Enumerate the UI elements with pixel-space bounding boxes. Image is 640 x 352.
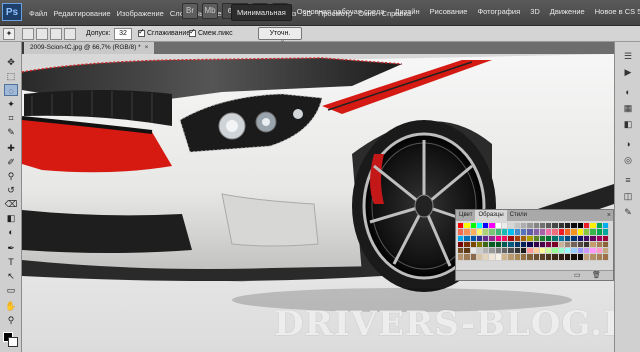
- intersect-selection-icon[interactable]: [64, 28, 76, 40]
- workspace-button[interactable]: Новое в CS 5: [590, 4, 640, 21]
- document-canvas[interactable]: DRIVERS-BLOG.RU: [22, 54, 614, 352]
- adjustments-panel-icon[interactable]: ◑: [621, 138, 635, 150]
- tolerance-input[interactable]: 32: [114, 28, 132, 40]
- document-title: 2009-Scion-tC.jpg @ 66,7% (RGB/8) *: [30, 44, 141, 51]
- workspace-switcher: Минимальная Основная рабочая среда Дизайн Р…: [231, 4, 640, 21]
- gradient-tool-icon[interactable]: ◧: [4, 212, 18, 224]
- contiguous-label: Смеж.пикс: [198, 30, 233, 37]
- channels-panel-icon[interactable]: ◫: [621, 190, 635, 202]
- swatches-panel-tab[interactable]: Цвет: [456, 210, 475, 221]
- paths-panel-icon[interactable]: ✎: [621, 206, 635, 218]
- menu-item[interactable]: Файл: [26, 9, 50, 18]
- panel-close-icon[interactable]: ×: [607, 210, 611, 221]
- tool-options-bar: ✦ Допуск: 32 Сглаживание Смеж.пикс Уточн…: [0, 26, 640, 48]
- layers-panel-icon[interactable]: ≡: [621, 174, 635, 186]
- menu-item[interactable]: Изображение: [114, 9, 167, 18]
- workspace-button[interactable]: Минимальная: [231, 4, 292, 21]
- new-swatch-icon[interactable]: ▭: [574, 271, 581, 281]
- color-swatch[interactable]: [602, 254, 610, 261]
- new-selection-icon[interactable]: [22, 28, 34, 40]
- photoshop-logo: Ps: [2, 3, 22, 21]
- workspace-button[interactable]: Фотография: [472, 4, 525, 21]
- watermark-text: DRIVERS-BLOG.RU: [274, 304, 614, 344]
- add-to-selection-icon[interactable]: [36, 28, 48, 40]
- contiguous-checkbox[interactable]: [189, 27, 196, 37]
- shape-tool-icon[interactable]: ▭: [4, 284, 18, 296]
- workspace-button[interactable]: Рисование: [425, 4, 473, 21]
- history-panel-icon[interactable]: ☰: [621, 50, 635, 62]
- close-document-icon[interactable]: ×: [145, 44, 149, 51]
- application-bar: Ps ФайлРедактированиеИзображениеСлоиВыде…: [0, 0, 640, 26]
- background-color-swatch[interactable]: [8, 337, 18, 347]
- move-tool-icon[interactable]: ✥: [4, 56, 18, 68]
- history-brush-tool-icon[interactable]: ↺: [4, 184, 18, 196]
- workspace-button[interactable]: 3D: [525, 4, 545, 21]
- refine-edge-button[interactable]: Уточн. край...: [258, 27, 302, 48]
- swatches-panel-icon[interactable]: ▦: [621, 102, 635, 114]
- swatches-panel-tabs: Цвет Образцы Стили: [456, 210, 613, 221]
- clone-stamp-tool-icon[interactable]: ⚲: [4, 170, 18, 182]
- brush-tool-icon[interactable]: ✐: [4, 156, 18, 168]
- hand-tool-icon[interactable]: ✋: [4, 300, 18, 312]
- tolerance-label: Допуск:: [86, 30, 111, 37]
- pen-tool-icon[interactable]: ✒: [4, 242, 18, 254]
- document-tab-bar: 2009-Scion-tC.jpg @ 66,7% (RGB/8) * ×: [24, 42, 624, 54]
- antialias-label: Сглаживание: [147, 30, 191, 37]
- bridge-icon[interactable]: Br: [182, 3, 198, 19]
- marquee-tool-icon[interactable]: ⬚: [4, 70, 18, 82]
- workspace-button[interactable]: Основная рабочая среда: [292, 4, 390, 21]
- quick-selection-tool-icon[interactable]: ✦: [4, 98, 18, 110]
- crop-tool-icon[interactable]: ⌗: [4, 112, 18, 124]
- swatches-panel: Цвет Образцы Стили × ▭ 🗑: [455, 209, 614, 281]
- panel-dock: ☰ ▶ ◐ ▦ ◧ ◑ ◎ ≡ ◫ ✎: [614, 42, 640, 352]
- swatches-panel-footer: ▭ 🗑: [456, 270, 613, 280]
- delete-swatch-icon[interactable]: 🗑: [592, 271, 601, 281]
- type-tool-icon[interactable]: T: [4, 256, 18, 268]
- healing-brush-tool-icon[interactable]: ✚: [4, 142, 18, 154]
- swatches-panel-tab[interactable]: Образцы: [475, 210, 507, 221]
- color-panel-icon[interactable]: ◐: [621, 86, 635, 98]
- document-tab[interactable]: 2009-Scion-tC.jpg @ 66,7% (RGB/8) * ×: [24, 42, 155, 54]
- actions-panel-icon[interactable]: ▶: [621, 66, 635, 78]
- lasso-tool-icon[interactable]: ◌: [4, 84, 18, 96]
- selection-mode-group: [22, 28, 76, 40]
- magic-wand-tool-icon[interactable]: ✦: [3, 28, 15, 40]
- workspace-button[interactable]: Дизайн: [389, 4, 424, 21]
- eyedropper-tool-icon[interactable]: ✎: [4, 126, 18, 138]
- styles-panel-icon[interactable]: ◧: [621, 118, 635, 130]
- workspace-button[interactable]: Движение: [545, 4, 590, 21]
- path-selection-tool-icon[interactable]: ↖: [4, 270, 18, 282]
- antialias-checkbox[interactable]: [138, 27, 145, 37]
- swatch-grid: [458, 223, 610, 267]
- masks-panel-icon[interactable]: ◎: [621, 154, 635, 166]
- subtract-from-selection-icon[interactable]: [50, 28, 62, 40]
- zoom-tool-icon[interactable]: ⚲: [4, 314, 18, 326]
- menu-item[interactable]: Редактирование: [50, 9, 113, 18]
- dodge-tool-icon[interactable]: ◐: [4, 226, 18, 238]
- minibridge-icon[interactable]: Mb: [202, 3, 218, 19]
- eraser-tool-icon[interactable]: ⌫: [4, 198, 18, 210]
- swatches-panel-tab[interactable]: Стили: [507, 210, 530, 221]
- tools-panel: ✥ ⬚ ◌ ✦ ⌗ ✎ ✚ ✐ ⚲ ↺ ⌫ ◧ ◐ ✒ T ↖ ▭ ✋ ⚲: [0, 42, 22, 352]
